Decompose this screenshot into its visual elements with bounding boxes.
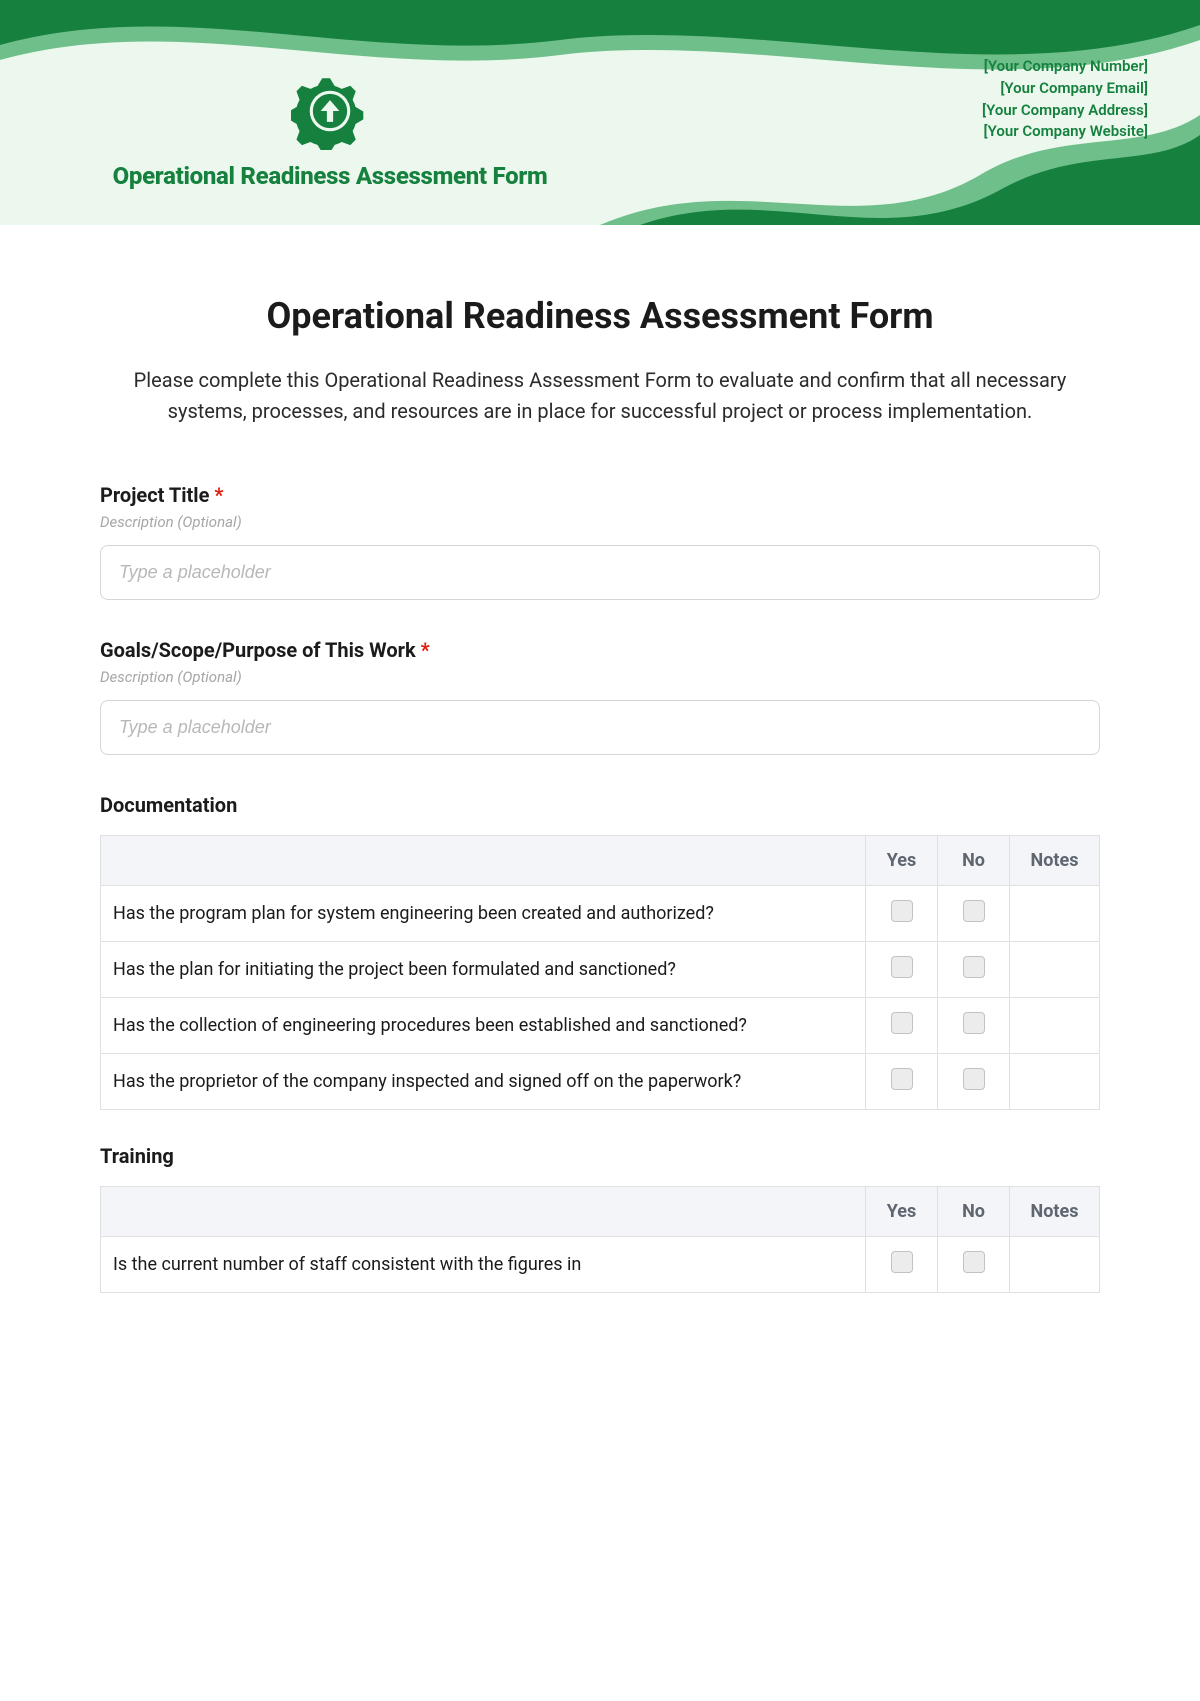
checkbox-yes[interactable] [891, 1012, 913, 1034]
gear-up-arrow-icon [291, 72, 369, 154]
notes-cell[interactable] [1010, 942, 1100, 998]
field-project-title: Project Title * Description (Optional) [100, 483, 1100, 600]
question-text: Has the plan for initiating the project … [101, 942, 866, 998]
project-title-input[interactable] [100, 545, 1100, 600]
question-text: Has the program plan for system engineer… [101, 886, 866, 942]
goals-sub: Description (Optional) [100, 668, 1100, 686]
checkbox-no[interactable] [963, 956, 985, 978]
checkbox-yes[interactable] [891, 1068, 913, 1090]
documentation-table: Yes No Notes Has the program plan for sy… [100, 835, 1100, 1110]
header-branding: Operational Readiness Assessment Form [60, 72, 600, 190]
notes-cell[interactable] [1010, 886, 1100, 942]
form-title: Operational Readiness Assessment Form [100, 295, 1100, 337]
company-info-block: [Your Company Number] [Your Company Emai… [982, 56, 1148, 143]
col-no: No [938, 836, 1010, 886]
notes-cell[interactable] [1010, 1237, 1100, 1293]
table-header-row: Yes No Notes [101, 1187, 1100, 1237]
question-text: Has the proprietor of the company inspec… [101, 1054, 866, 1110]
section-title-training: Training [100, 1144, 1100, 1168]
page-header: Operational Readiness Assessment Form [Y… [0, 0, 1200, 225]
checkbox-no[interactable] [963, 1251, 985, 1273]
required-asterisk: * [214, 483, 223, 507]
question-text: Has the collection of engineering proced… [101, 998, 866, 1054]
company-email: [Your Company Email] [982, 78, 1148, 100]
col-no: No [938, 1187, 1010, 1237]
checkbox-yes[interactable] [891, 900, 913, 922]
section-title-documentation: Documentation [100, 793, 1100, 817]
checkbox-yes[interactable] [891, 956, 913, 978]
training-table: Yes No Notes Is the current number of st… [100, 1186, 1100, 1293]
checkbox-no[interactable] [963, 1068, 985, 1090]
required-asterisk: * [421, 638, 430, 662]
table-row: Has the plan for initiating the project … [101, 942, 1100, 998]
question-text: Is the current number of staff consisten… [101, 1237, 866, 1293]
company-website: [Your Company Website] [982, 121, 1148, 143]
table-row: Has the program plan for system engineer… [101, 886, 1100, 942]
goals-label: Goals/Scope/Purpose of This Work [100, 638, 416, 662]
notes-cell[interactable] [1010, 1054, 1100, 1110]
checkbox-no[interactable] [963, 900, 985, 922]
checkbox-yes[interactable] [891, 1251, 913, 1273]
company-address: [Your Company Address] [982, 100, 1148, 122]
company-number: [Your Company Number] [982, 56, 1148, 78]
table-row: Has the collection of engineering proced… [101, 998, 1100, 1054]
col-yes: Yes [866, 1187, 938, 1237]
header-title: Operational Readiness Assessment Form [60, 162, 600, 190]
col-yes: Yes [866, 836, 938, 886]
checkbox-no[interactable] [963, 1012, 985, 1034]
field-goals: Goals/Scope/Purpose of This Work * Descr… [100, 638, 1100, 755]
project-title-label: Project Title [100, 483, 209, 507]
col-notes: Notes [1010, 1187, 1100, 1237]
form-description: Please complete this Operational Readine… [100, 365, 1100, 427]
table-header-row: Yes No Notes [101, 836, 1100, 886]
notes-cell[interactable] [1010, 998, 1100, 1054]
col-notes: Notes [1010, 836, 1100, 886]
table-row: Has the proprietor of the company inspec… [101, 1054, 1100, 1110]
form-body: Operational Readiness Assessment Form Pl… [0, 225, 1200, 1367]
goals-input[interactable] [100, 700, 1100, 755]
table-row: Is the current number of staff consisten… [101, 1237, 1100, 1293]
project-title-sub: Description (Optional) [100, 513, 1100, 531]
